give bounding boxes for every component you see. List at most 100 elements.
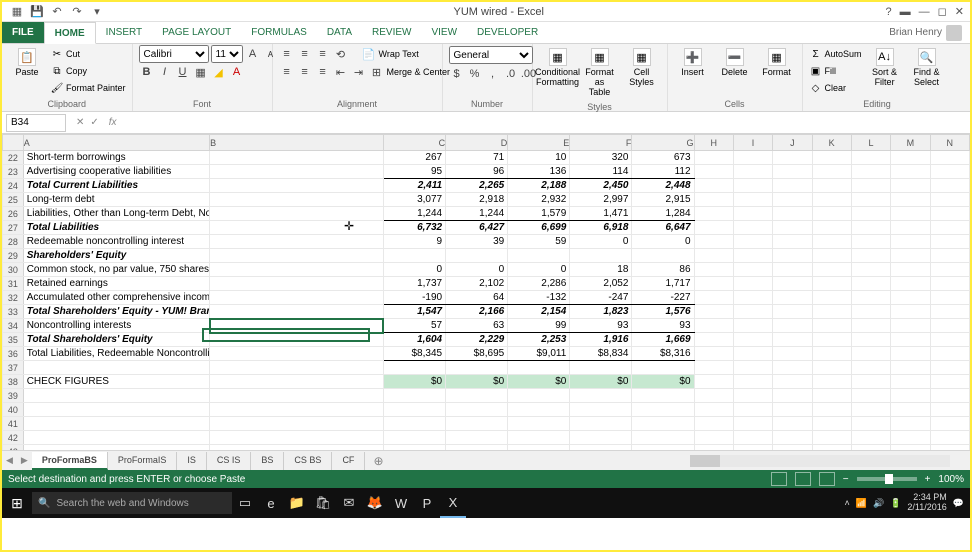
cell[interactable] <box>733 361 772 375</box>
word-icon[interactable]: W <box>388 488 414 518</box>
store-icon[interactable]: 🛍 <box>310 488 336 518</box>
cell[interactable] <box>210 403 384 417</box>
cell[interactable] <box>733 375 772 389</box>
format-as-table-button[interactable]: ▦Format as Table <box>581 46 619 100</box>
cell[interactable] <box>508 249 570 263</box>
redo-icon[interactable]: ↷ <box>70 5 84 19</box>
cell[interactable] <box>812 319 851 333</box>
select-all-corner[interactable] <box>3 135 24 151</box>
row-header-33[interactable]: 33 <box>3 305 24 319</box>
zoom-slider[interactable] <box>857 477 917 481</box>
cell[interactable] <box>891 151 930 165</box>
cell[interactable]: 673 <box>632 151 694 165</box>
cell[interactable]: 136 <box>508 165 570 179</box>
edge-icon[interactable]: e <box>258 488 284 518</box>
cell[interactable]: 6,918 <box>570 221 632 235</box>
align-top-icon[interactable]: ≡ <box>279 46 295 62</box>
cell[interactable] <box>773 361 812 375</box>
normal-view-icon[interactable] <box>771 472 787 486</box>
row-header-32[interactable]: 32 <box>3 291 24 305</box>
cell[interactable]: 320 <box>570 151 632 165</box>
cell[interactable] <box>812 263 851 277</box>
cell[interactable]: 2,229 <box>446 333 508 347</box>
cell[interactable] <box>891 403 930 417</box>
cell[interactable]: 64 <box>446 291 508 305</box>
cell[interactable] <box>733 193 772 207</box>
cell[interactable] <box>891 235 930 249</box>
cell[interactable]: 2,188 <box>508 179 570 193</box>
cell[interactable] <box>891 305 930 319</box>
col-header-K[interactable]: K <box>812 135 851 151</box>
cell[interactable] <box>632 403 694 417</box>
cell[interactable]: 6,699 <box>508 221 570 235</box>
cell[interactable] <box>851 361 890 375</box>
italic-button[interactable]: I <box>157 64 173 80</box>
row-header-24[interactable]: 24 <box>3 179 24 193</box>
autosum-button[interactable]: ΣAutoSum <box>809 46 862 62</box>
row-header-43[interactable]: 43 <box>3 445 24 451</box>
cell[interactable]: 0 <box>446 263 508 277</box>
cell[interactable] <box>773 389 812 403</box>
tab-developer[interactable]: DEVELOPER <box>467 22 548 43</box>
cell[interactable] <box>694 277 733 291</box>
cell[interactable]: $8,345 <box>383 347 445 361</box>
cell[interactable] <box>773 193 812 207</box>
cell[interactable] <box>891 319 930 333</box>
enter-formula-icon[interactable]: ✓ <box>90 117 98 128</box>
cell[interactable] <box>694 221 733 235</box>
number-format-select[interactable]: General <box>449 46 533 64</box>
cell[interactable]: $0 <box>632 375 694 389</box>
tab-home[interactable]: HOME <box>44 22 96 44</box>
cell[interactable] <box>812 207 851 221</box>
cell[interactable] <box>930 277 970 291</box>
tab-insert[interactable]: INSERT <box>96 22 153 43</box>
cell[interactable]: Liabilities, Other than Long-term Debt, … <box>23 207 209 221</box>
cell[interactable]: 2,915 <box>632 193 694 207</box>
cell[interactable] <box>851 403 890 417</box>
cell[interactable] <box>851 333 890 347</box>
sheet-nav-left-icon[interactable]: ◀ <box>2 455 17 466</box>
ribbon-options-icon[interactable]: ▬ <box>900 6 911 18</box>
col-header-A[interactable]: A <box>23 135 209 151</box>
page-break-view-icon[interactable] <box>819 472 835 486</box>
cell[interactable] <box>210 361 384 375</box>
cell[interactable] <box>210 375 384 389</box>
comma-icon[interactable]: , <box>485 66 501 82</box>
cell[interactable] <box>210 445 384 451</box>
cell[interactable]: Short-term borrowings <box>23 151 209 165</box>
col-header-E[interactable]: E <box>508 135 570 151</box>
cell[interactable] <box>891 179 930 193</box>
cell[interactable] <box>570 249 632 263</box>
row-header-41[interactable]: 41 <box>3 417 24 431</box>
align-bottom-icon[interactable]: ≡ <box>315 46 331 62</box>
cell[interactable] <box>383 431 445 445</box>
cell[interactable] <box>210 319 384 333</box>
cell[interactable] <box>733 179 772 193</box>
cell[interactable] <box>812 291 851 305</box>
zoom-level[interactable]: 100% <box>938 474 964 485</box>
underline-button[interactable]: U <box>175 64 191 80</box>
cell[interactable]: Total Liabilities, Redeemable Noncontrol… <box>23 347 209 361</box>
cell[interactable] <box>773 221 812 235</box>
cell[interactable] <box>733 165 772 179</box>
cell[interactable]: 2,997 <box>570 193 632 207</box>
tray-chevron-icon[interactable]: ˄ <box>844 498 849 508</box>
col-header-M[interactable]: M <box>891 135 930 151</box>
cell[interactable] <box>773 179 812 193</box>
cell[interactable] <box>694 151 733 165</box>
cell[interactable] <box>773 319 812 333</box>
cell[interactable]: $8,834 <box>570 347 632 361</box>
align-right-icon[interactable]: ≡ <box>315 64 331 80</box>
cell[interactable] <box>383 417 445 431</box>
cell[interactable]: Shareholders' Equity <box>23 249 209 263</box>
formula-bar[interactable] <box>121 114 970 132</box>
cell[interactable]: 2,102 <box>446 277 508 291</box>
cell[interactable]: Accumulated other comprehensive income (… <box>23 291 209 305</box>
cell[interactable] <box>733 235 772 249</box>
cell[interactable] <box>694 445 733 451</box>
tray-battery-icon[interactable]: 🔋 <box>890 498 901 509</box>
cell[interactable]: 1,547 <box>383 305 445 319</box>
tab-data[interactable]: DATA <box>317 22 362 43</box>
cell[interactable] <box>446 431 508 445</box>
cell[interactable] <box>812 277 851 291</box>
